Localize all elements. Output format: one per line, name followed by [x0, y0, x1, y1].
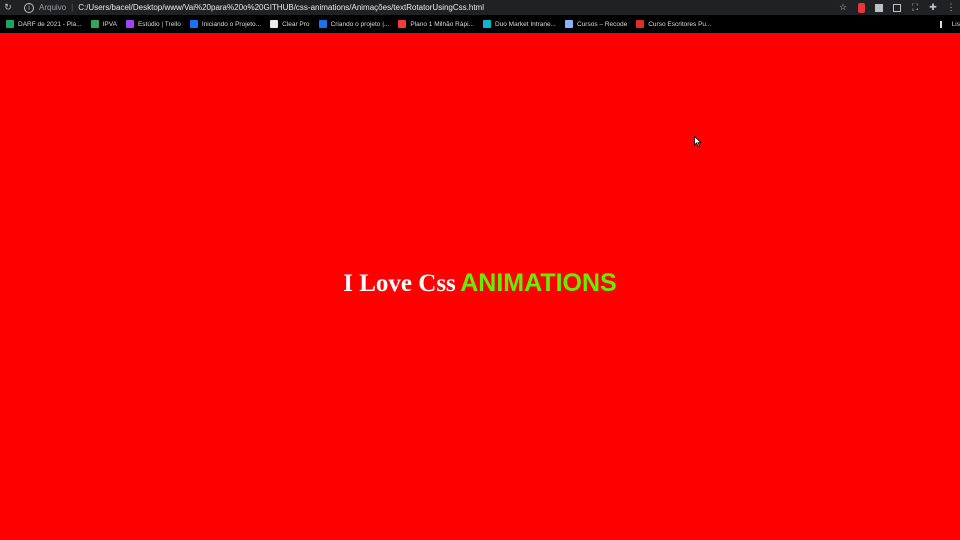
reading-list[interactable]: Lis: [939, 15, 960, 33]
extension-red-icon[interactable]: [856, 2, 866, 13]
bookmark-favicon: [636, 20, 645, 28]
bookmark-label: Criando o projeto |...: [330, 20, 390, 28]
bookmark-favicon: [398, 20, 407, 28]
bookmarks-bar: DARF de 2021 - Pla... IPVA Estúdio | Tre…: [0, 15, 960, 33]
address-bar[interactable]: i Arquivo | C:/Users/bacel/Desktop/www/V…: [20, 1, 870, 14]
menu-icon[interactable]: ⋮: [946, 2, 956, 13]
bookmark-label: Duo Market Intrane...: [494, 20, 556, 28]
bookmark-item[interactable]: Iniciando o Projeto...: [189, 20, 262, 28]
toolbar-actions: ☆ ⛶ ✚ ⋮: [834, 0, 960, 15]
headline-static-text: I Love Css: [343, 270, 456, 297]
bookmark-favicon: [318, 20, 327, 28]
bookmark-favicon: [565, 20, 573, 28]
bookmark-label: DARF de 2021 - Pla...: [18, 20, 82, 28]
file-scheme-label: Arquivo: [39, 3, 67, 12]
bookmark-favicon: [482, 20, 491, 28]
bookmark-label: Estúdio | Trello: [137, 20, 181, 28]
headline-rotating-word: ANIMATIONS: [460, 269, 617, 297]
bookmark-label: IPVA: [102, 20, 117, 28]
browser-toolbar: ↻ i Arquivo | C:/Users/bacel/Desktop/www…: [0, 0, 960, 15]
bookmark-favicon: [125, 20, 134, 28]
bookmark-label: Clear Pro: [282, 20, 310, 28]
page-viewport: I Love Css ANIMATIONS: [0, 33, 960, 540]
bookmark-item[interactable]: Curso Escritores Pu...: [636, 20, 711, 28]
star-icon[interactable]: ☆: [838, 2, 848, 13]
bookmark-label: Iniciando o Projeto...: [201, 20, 262, 28]
bookmark-item[interactable]: Clear Pro: [270, 20, 310, 28]
bookmark-favicon: [90, 20, 99, 28]
bookmark-label: Curso Escritores Pu...: [648, 20, 712, 28]
bookmark-item[interactable]: Duo Market Intrane...: [482, 20, 556, 28]
bookmark-item[interactable]: Cursos – Recode: [565, 20, 627, 28]
reading-list-label: Lis: [951, 20, 960, 28]
screenshot-icon[interactable]: ⛶: [910, 2, 920, 13]
headline: I Love Css ANIMATIONS: [0, 269, 960, 298]
extension-box-icon[interactable]: [874, 3, 884, 13]
bookmark-item[interactable]: DARF de 2021 - Pla...: [6, 20, 82, 28]
bookmark-favicon: [6, 20, 14, 28]
info-icon[interactable]: i: [24, 2, 34, 13]
address-separator: |: [71, 3, 74, 12]
bookmark-label: Cursos – Recode: [577, 20, 628, 28]
bookmark-item[interactable]: IPVA: [90, 20, 117, 28]
bookmark-favicon: [270, 20, 279, 28]
bookmark-item[interactable]: Estúdio | Trello: [125, 20, 181, 28]
bookmark-label: Plano 1 Milhão Rápi...: [410, 20, 474, 28]
reload-icon[interactable]: ↻: [0, 2, 16, 13]
extension-square-icon[interactable]: [892, 3, 902, 13]
bookmark-item[interactable]: Criando o projeto |...: [318, 20, 390, 28]
bookmark-favicon: [189, 20, 198, 28]
reading-list-icon: [939, 20, 949, 28]
address-url[interactable]: C:/Users/bacel/Desktop/www/Vai%20para%20…: [78, 3, 484, 12]
puzzle-icon[interactable]: ✚: [928, 2, 938, 13]
bookmark-item[interactable]: Plano 1 Milhão Rápi...: [398, 20, 474, 28]
